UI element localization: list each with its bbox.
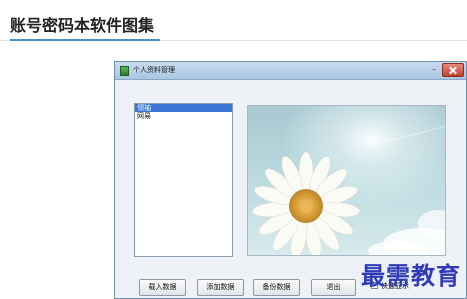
minimize-button[interactable]: – <box>428 65 440 76</box>
app-icon <box>120 66 129 76</box>
exit-button[interactable]: 退出 <box>311 279 356 296</box>
daisy-photo <box>248 106 445 255</box>
watermark-text: 最需教育 <box>361 261 461 290</box>
list-item[interactable]: 网易 <box>135 112 232 120</box>
close-button[interactable] <box>442 63 464 77</box>
list-item[interactable]: 领袖 <box>135 104 232 112</box>
backup-data-button[interactable]: 备份数据 <box>253 279 300 296</box>
title-accent-bar <box>10 39 160 41</box>
add-data-button[interactable]: 添加数据 <box>197 279 244 296</box>
preview-image <box>247 105 446 256</box>
window-title: 个人资料管理 <box>133 66 175 74</box>
page-title: 账号密码本软件图集 <box>10 16 155 35</box>
load-data-button[interactable]: 载入数据 <box>139 279 186 296</box>
account-listbox[interactable]: 领袖 网易 <box>134 103 233 257</box>
window-titlebar[interactable]: 个人资料管理 – <box>115 62 466 80</box>
